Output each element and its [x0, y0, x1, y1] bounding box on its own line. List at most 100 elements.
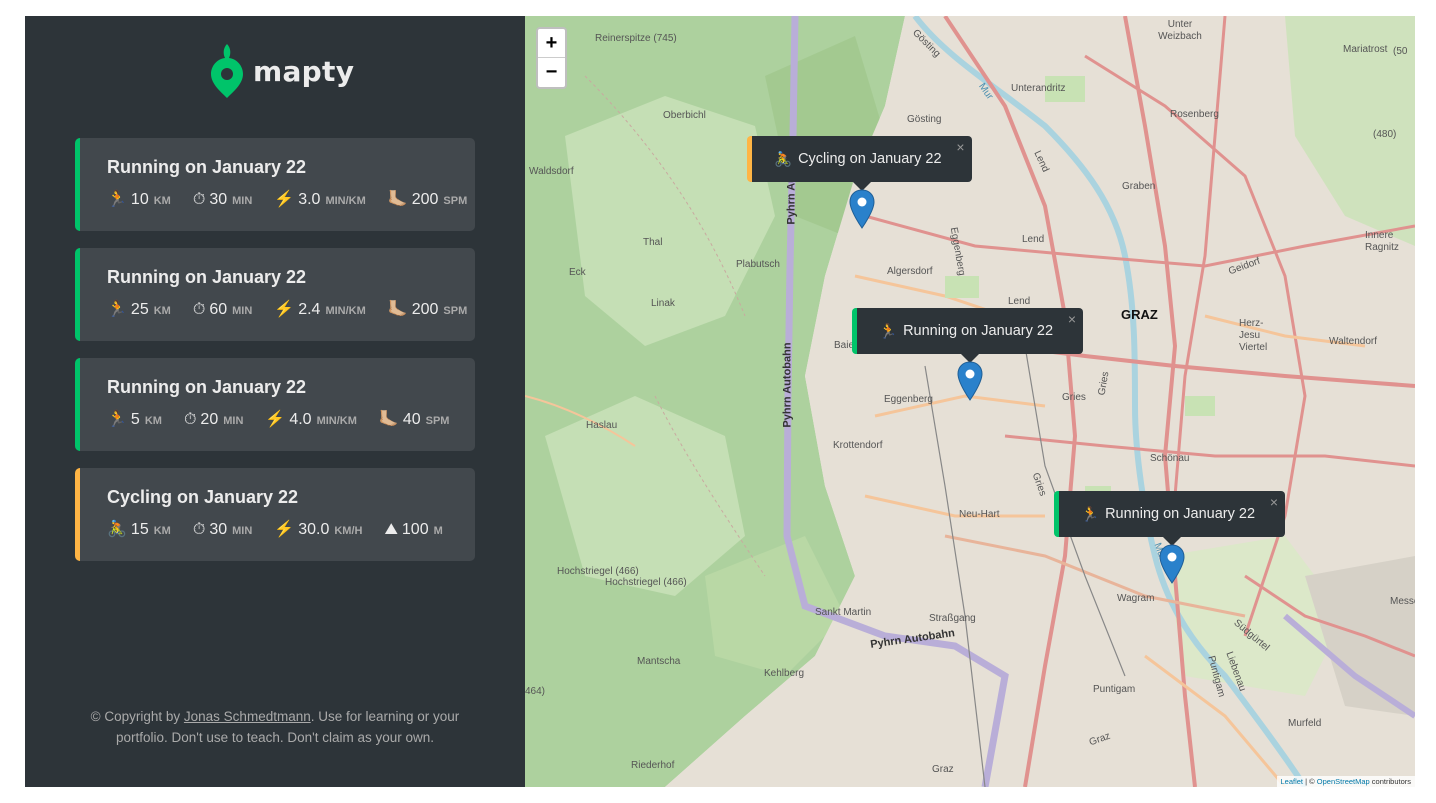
- speed-unit: KM/H: [334, 525, 363, 537]
- stopwatch-icon: ⏱: [192, 301, 206, 318]
- city-label-graz: GRAZ: [1121, 307, 1158, 322]
- duration-value: 30: [209, 521, 228, 538]
- map-label: Baie: [834, 340, 855, 351]
- lightning-icon: ⚡️: [274, 521, 295, 538]
- runner-icon: 🏃: [107, 301, 127, 318]
- map-label: Thal: [643, 237, 663, 248]
- close-icon[interactable]: ×: [1270, 494, 1278, 510]
- map-label: Lend: [1022, 234, 1045, 245]
- pace-unit: MIN/KM: [325, 305, 366, 317]
- distance-unit: KM: [153, 305, 171, 317]
- map-label: Neu-Hart: [959, 509, 1000, 520]
- duration-stat: ⏱ 30 MIN: [193, 521, 252, 539]
- elevation-stat: ⛰ 100 M: [384, 521, 442, 539]
- map-label: (480): [1373, 129, 1397, 140]
- duration-stat: ⏱ 60 MIN: [193, 301, 252, 319]
- map-pin-logo-icon: [211, 44, 243, 98]
- speed-value: 30.0: [298, 521, 330, 538]
- workout-popup[interactable]: 🏃 Running on January 22 ×: [1054, 491, 1286, 546]
- map-label: Straßgang: [929, 613, 976, 624]
- workout-details: 🚴 15 KM ⏱ 30 MIN ⚡️ 30.0 KM/H ⛰ 100 M: [107, 521, 475, 539]
- workout-card[interactable]: Running on January 22 🏃 10 KM ⏱ 30 MIN ⚡️ 3.0…: [75, 138, 475, 231]
- distance-stat: 🏃 25 KM: [107, 301, 171, 319]
- workout-card[interactable]: Running on January 22 🏃 5 KM ⏱ 20 MIN ⚡️ 4.0 M…: [75, 358, 475, 451]
- map-label: Unterandritz: [1011, 83, 1066, 94]
- popup-label: Running on January 22: [1105, 506, 1256, 522]
- close-icon[interactable]: ×: [1068, 311, 1076, 327]
- zoom-out-button[interactable]: −: [538, 58, 565, 87]
- workout-card[interactable]: Cycling on January 22 🚴 15 KM ⏱ 30 MIN ⚡️ 30.…: [75, 468, 475, 561]
- foot-icon: 🦶🏼: [387, 191, 408, 208]
- cadence-stat: 🦶🏼 200 SPM: [388, 301, 467, 319]
- duration-stat: ⏱ 30 MIN: [193, 191, 252, 209]
- elevation-value: 100: [401, 521, 429, 538]
- mountain-icon: ⛰: [384, 521, 398, 538]
- duration-value: 20: [200, 411, 219, 428]
- cadence-unit: SPM: [425, 415, 450, 427]
- author-link[interactable]: Jonas Schmedtmann: [184, 709, 311, 724]
- osm-link[interactable]: OpenStreetMap: [1317, 777, 1370, 786]
- map-label: Herz-Jesu Viertel: [1239, 318, 1268, 353]
- map-label: Messe: [1390, 596, 1415, 607]
- foot-icon: 🦶🏼: [378, 411, 399, 428]
- map-label: Reinerspitze (745): [595, 33, 677, 44]
- pace-value: 3.0: [298, 191, 321, 208]
- workout-popup[interactable]: 🚴 Cycling on January 22 ×: [747, 136, 972, 191]
- stopwatch-icon: ⏱: [183, 411, 197, 428]
- map-label: Gösting: [907, 114, 942, 125]
- distance-stat: 🏃 10 KM: [107, 191, 171, 209]
- map-label: Graben: [1122, 181, 1156, 192]
- duration-value: 60: [209, 301, 228, 318]
- foot-icon: 🦶🏼: [387, 301, 408, 318]
- map-marker-icon[interactable]: [1159, 544, 1185, 584]
- sidebar: mapty Running on January 22 🏃 10 KM ⏱ 30 MIN…: [25, 16, 525, 787]
- pace-stat: ⚡️ 3.0 MIN/KM: [274, 191, 366, 209]
- map-marker-icon[interactable]: [849, 189, 875, 229]
- close-icon[interactable]: ×: [956, 139, 964, 155]
- map[interactable]: Reinerspitze (745) Waldsdorf Oberbichl T…: [525, 16, 1415, 787]
- attribution-suffix: contributors: [1369, 777, 1411, 786]
- pace-value: 2.4: [298, 301, 321, 318]
- popup-label: Running on January 22: [903, 323, 1054, 339]
- cadence-unit: SPM: [443, 305, 468, 317]
- duration-unit: MIN: [232, 525, 253, 537]
- stopwatch-icon: ⏱: [192, 521, 206, 538]
- map-attribution: Leaflet | © OpenStreetMap contributors: [1276, 776, 1415, 787]
- workout-popup[interactable]: 🏃 Running on January 22 ×: [852, 308, 1084, 363]
- distance-unit: KM: [153, 195, 171, 207]
- pace-unit: MIN/KM: [316, 415, 357, 427]
- workout-details: 🏃 5 KM ⏱ 20 MIN ⚡️ 4.0 MIN/KM 🦶🏼 40 SPM: [107, 411, 475, 429]
- cadence-value: 40: [402, 411, 421, 428]
- distance-value: 15: [130, 521, 149, 538]
- workout-card[interactable]: Running on January 22 🏃 25 KM ⏱ 60 MIN ⚡️ 2.4…: [75, 248, 475, 341]
- map-label: Plabutsch: [736, 259, 780, 270]
- app-container: mapty Running on January 22 🏃 10 KM ⏱ 30 MIN…: [25, 16, 1415, 787]
- map-label: Hochstriegel (466): [605, 577, 687, 588]
- map-marker-icon[interactable]: [957, 361, 983, 401]
- map-label: Oberbichl: [663, 110, 706, 121]
- distance-value: 10: [130, 191, 149, 208]
- map-label: (50: [1393, 46, 1408, 57]
- workout-title: Cycling on January 22: [107, 487, 299, 507]
- zoom-in-button[interactable]: +: [538, 29, 565, 58]
- map-tiles[interactable]: [525, 16, 1415, 787]
- duration-unit: MIN: [232, 195, 253, 207]
- runner-icon: 🏃: [107, 411, 127, 428]
- speed-stat: ⚡️ 30.0 KM/H: [274, 521, 362, 539]
- map-label: Wagram: [1117, 593, 1155, 604]
- pace-stat: ⚡️ 2.4 MIN/KM: [274, 301, 366, 319]
- leaflet-link[interactable]: Leaflet: [1281, 777, 1304, 786]
- workout-list: Running on January 22 🏃 10 KM ⏱ 30 MIN ⚡️ 3.0…: [75, 138, 475, 578]
- cadence-stat: 🦶🏼 200 SPM: [388, 191, 467, 209]
- map-label: Krottendorf: [833, 440, 883, 451]
- map-label: Waltendorf: [1329, 336, 1377, 347]
- duration-value: 30: [209, 191, 228, 208]
- map-label: Eck: [569, 267, 586, 278]
- map-label: Riederhof: [631, 760, 675, 771]
- map-label: Hochstriegel (466): [557, 566, 639, 577]
- duration-unit: MIN: [223, 415, 244, 427]
- map-label: Linak: [651, 298, 675, 309]
- workout-title: Running on January 22: [107, 267, 307, 287]
- pace-stat: ⚡️ 4.0 MIN/KM: [265, 411, 357, 429]
- map-label: Rosenberg: [1170, 109, 1219, 120]
